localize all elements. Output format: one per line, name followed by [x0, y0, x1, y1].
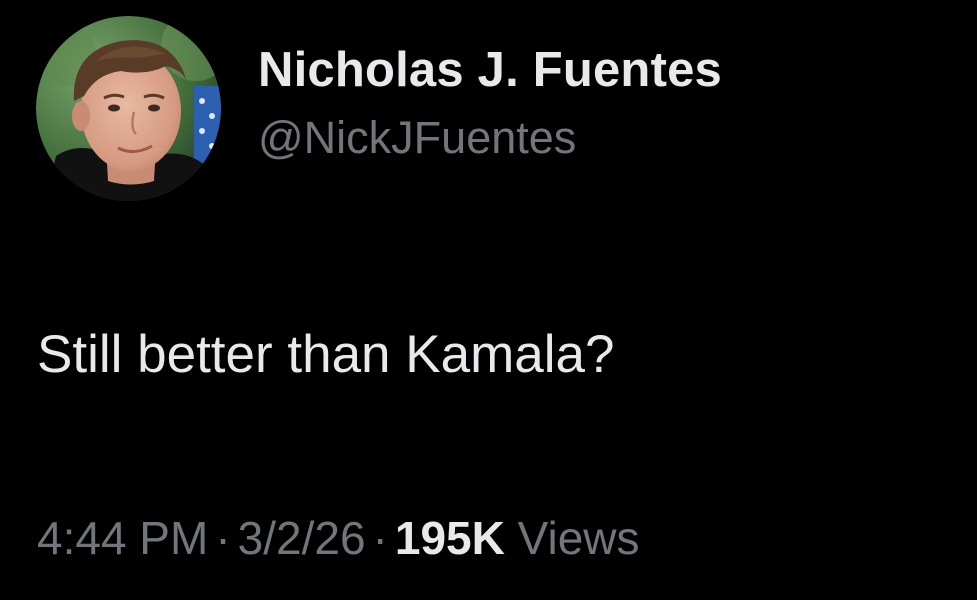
display-name[interactable]: Nicholas J. Fuentes: [258, 40, 722, 100]
separator-dot: ·: [215, 512, 231, 564]
views-count: 195K: [394, 512, 505, 564]
separator-dot: ·: [372, 512, 388, 564]
avatar[interactable]: [36, 16, 221, 201]
views-label: Views: [517, 512, 640, 564]
tweet-meta: 4:44 PM · 3/2/26 · 195K Views: [37, 508, 640, 568]
tweet-date[interactable]: 3/2/26: [238, 512, 366, 564]
user-handle[interactable]: @NickJFuentes: [258, 110, 722, 166]
tweet-card: Nicholas J. Fuentes @NickJFuentes Still …: [0, 0, 977, 600]
tweet-time[interactable]: 4:44 PM: [37, 512, 208, 564]
author-info: Nicholas J. Fuentes @NickJFuentes: [258, 40, 722, 166]
profile-photo: [36, 16, 221, 201]
tweet-text: Still better than Kamala?: [37, 325, 615, 384]
